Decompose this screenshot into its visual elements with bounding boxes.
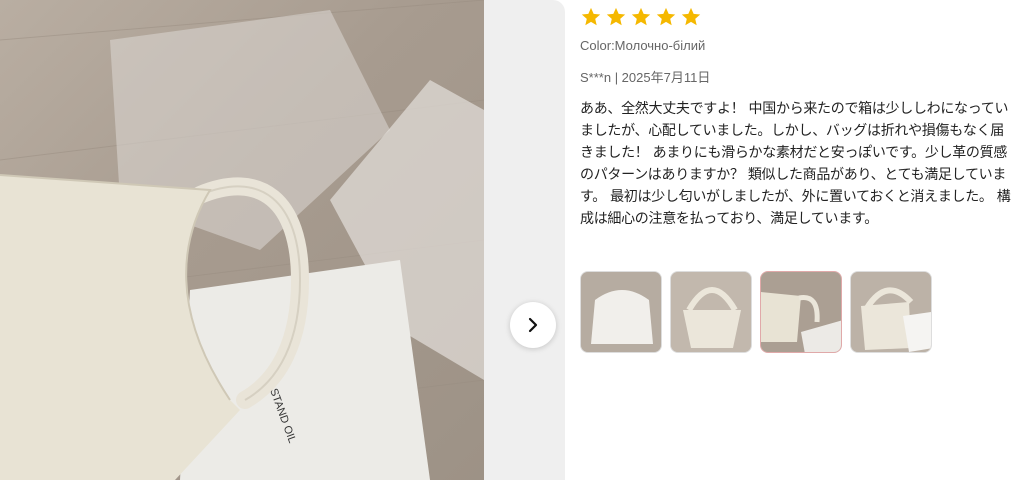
review-text: ああ、全然大丈夫ですよ！ 中国から来たので箱は少ししわになっていましたが、心配し… [580,101,1011,227]
thumbnail-image [761,272,841,352]
thumbnail-strip [580,271,932,353]
star-icon [606,7,626,26]
thumbnail-4[interactable] [850,271,932,353]
review-photo[interactable]: STAND OIL [0,0,484,480]
star-icon [656,7,676,26]
thumbnail-image [671,272,751,352]
chevron-right-icon [528,317,538,333]
thumbnail-1[interactable] [580,271,662,353]
reviewer-and-date: S***n | 2025年7月11日 [580,70,711,85]
photo-illustration: STAND OIL [0,0,484,480]
star-icon [681,7,701,26]
thumbnail-image [581,272,661,352]
thumbnail-3[interactable] [760,271,842,353]
star-icon [631,7,651,26]
thumbnail-2[interactable] [670,271,752,353]
next-image-button[interactable] [510,302,556,348]
star-icon [581,7,601,26]
photo-viewer: STAND OIL [0,0,565,480]
variant-color: Color:Молочно-білий [580,38,706,53]
star-rating [580,6,702,28]
thumbnail-image [851,272,931,352]
review-panel: Color:Молочно-білий S***n | 2025年7月11日 あ… [580,0,1020,480]
